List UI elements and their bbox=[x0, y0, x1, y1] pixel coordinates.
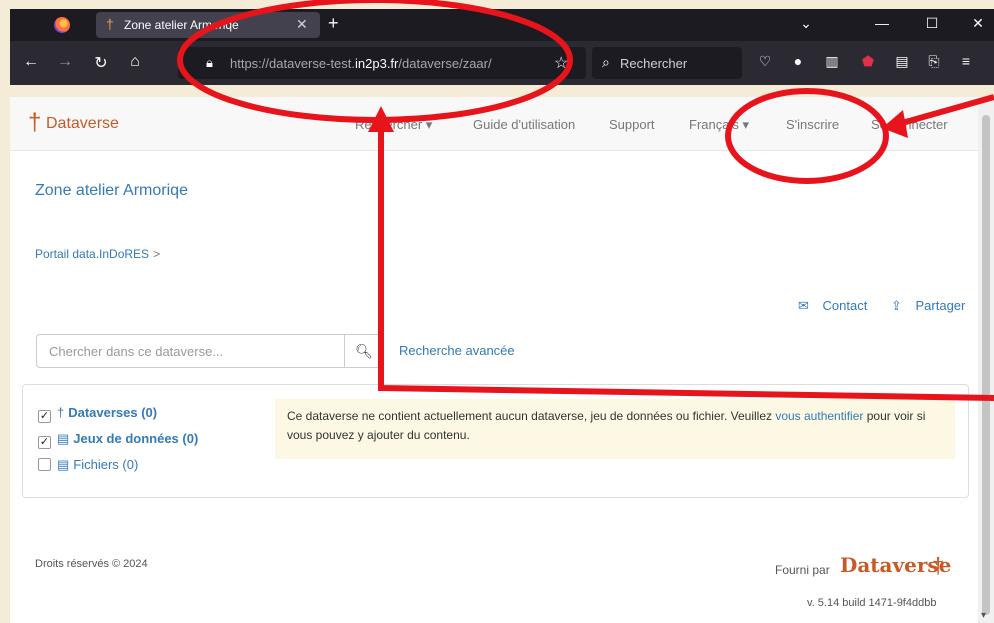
nav-log-in[interactable]: Se connecter bbox=[871, 117, 948, 132]
browser-tab-bar: † Zone atelier Armoriqe ✕ + ⌄ — ☐ ✕ bbox=[10, 9, 994, 41]
magnifier-icon: 🔍︎ bbox=[355, 343, 373, 359]
search-submit-button[interactable]: 🔍︎ bbox=[344, 334, 384, 368]
empty-notice: Ce dataverse ne contient actuellement au… bbox=[275, 399, 955, 459]
brand-link[interactable]: Dataverse bbox=[46, 115, 119, 133]
breadcrumb: Portail data.InDoRES > bbox=[35, 247, 160, 261]
nav-user-guide[interactable]: Guide d'utilisation bbox=[473, 117, 575, 132]
extension-icon[interactable]: ● bbox=[788, 53, 808, 69]
firefox-logo-icon[interactable] bbox=[54, 17, 70, 33]
home-icon[interactable]: ⌂ bbox=[124, 53, 146, 71]
lock-icon[interactable]: 🔒︎ bbox=[206, 55, 213, 71]
facet-checkbox[interactable] bbox=[38, 458, 51, 471]
facet-dataverses[interactable]: ✓ † Dataverses (0) bbox=[38, 405, 157, 423]
breadcrumb-separator: > bbox=[153, 247, 161, 261]
page-title[interactable]: Zone atelier Armoriqe bbox=[35, 182, 188, 200]
tab-list-chevron-icon[interactable]: ⌄ bbox=[796, 15, 816, 32]
ublock-icon[interactable]: ⬟ bbox=[858, 53, 878, 70]
dataverse-search-input[interactable]: Chercher dans ce dataverse... bbox=[36, 334, 356, 368]
site-navbar: † Dataverse Rechercher ▾ Guide d'utilisa… bbox=[10, 97, 978, 151]
reader-icon[interactable]: ▤ bbox=[892, 53, 912, 70]
scroll-down-icon[interactable]: ▾ bbox=[981, 610, 986, 621]
reload-icon[interactable]: ↻ bbox=[90, 53, 112, 73]
browser-search-bar[interactable]: ⌕ Rechercher bbox=[592, 47, 742, 79]
close-window-icon[interactable]: ✕ bbox=[968, 15, 988, 32]
facet-datasets[interactable]: ✓ ▤ Jeux de données (0) bbox=[38, 431, 198, 449]
library-icon[interactable]: ▥ bbox=[822, 53, 842, 70]
footer-version: v. 5.14 build 1471-9f4ddbb bbox=[807, 597, 937, 609]
tab-title: Zone atelier Armoriqe bbox=[124, 18, 239, 32]
contact-button[interactable]: ✉ Contact bbox=[798, 298, 877, 313]
minimize-icon[interactable]: — bbox=[872, 15, 892, 31]
new-tab-icon[interactable]: + bbox=[328, 13, 339, 34]
browser-search-placeholder: Rechercher bbox=[620, 56, 688, 71]
browser-toolbar: ← → ↻ ⌂ 🔒︎ https://dataverse-test.in2p3.… bbox=[10, 41, 994, 85]
search-icon: ⌕ bbox=[602, 54, 610, 70]
dataverse-favicon-icon: † bbox=[106, 16, 114, 32]
share-button[interactable]: ⇪ Partager bbox=[891, 298, 975, 313]
search-input-placeholder: Chercher dans ce dataverse... bbox=[49, 344, 224, 359]
dataverse-project-icon: † bbox=[932, 553, 945, 578]
facet-checkbox[interactable]: ✓ bbox=[38, 410, 51, 423]
advanced-search-link[interactable]: Recherche avancée bbox=[399, 343, 515, 358]
share-icon[interactable]: ⎘ bbox=[924, 53, 944, 70]
browser-tab[interactable]: † Zone atelier Armoriqe ✕ bbox=[96, 12, 320, 38]
share-icon: ⇪ bbox=[890, 298, 902, 313]
url-bar[interactable]: 🔒︎ https://dataverse-test.in2p3.fr/datav… bbox=[178, 47, 586, 79]
menu-icon[interactable]: ≡ bbox=[956, 53, 976, 69]
scroll-thumb[interactable] bbox=[982, 115, 990, 615]
forward-arrow-icon[interactable]: → bbox=[54, 53, 76, 71]
dataverse-actions: ✉ Contact ⇪ Partager bbox=[798, 298, 978, 314]
nav-search-dropdown[interactable]: Rechercher ▾ bbox=[355, 117, 432, 133]
dataset-icon: ▤ bbox=[57, 431, 70, 446]
nav-sign-up[interactable]: S'inscrire bbox=[786, 117, 839, 132]
footer-powered-by: Fourni par bbox=[775, 563, 830, 577]
envelope-icon: ✉ bbox=[798, 298, 809, 313]
facet-files[interactable]: ▤ Fichiers (0) bbox=[38, 457, 138, 473]
login-link[interactable]: vous authentifier bbox=[775, 409, 863, 423]
back-arrow-icon[interactable]: ← bbox=[20, 53, 42, 71]
url-text: https://dataverse-test.in2p3.fr/datavers… bbox=[230, 56, 492, 71]
file-icon: ▤ bbox=[57, 457, 70, 472]
facet-checkbox[interactable]: ✓ bbox=[38, 436, 51, 449]
bookmark-star-icon[interactable]: ☆ bbox=[554, 53, 568, 73]
maximize-icon[interactable]: ☐ bbox=[922, 15, 942, 32]
breadcrumb-link[interactable]: Portail data.InDoRES bbox=[35, 247, 149, 261]
footer-copyright: Droits réservés © 2024 bbox=[35, 558, 148, 570]
close-tab-icon[interactable]: ✕ bbox=[296, 16, 308, 33]
page-scrollbar[interactable]: ▾ bbox=[978, 97, 994, 623]
results-panel: ✓ † Dataverses (0) ✓ ▤ Jeux de données (0) ▤… bbox=[22, 384, 969, 498]
dataverse-icon: † bbox=[57, 405, 65, 420]
nav-language-dropdown[interactable]: Français ▾ bbox=[689, 117, 749, 133]
pocket-icon[interactable]: ♡ bbox=[755, 53, 775, 70]
dataverse-logo-icon[interactable]: † bbox=[28, 109, 41, 137]
nav-support[interactable]: Support bbox=[609, 117, 655, 132]
page-content: † Dataverse Rechercher ▾ Guide d'utilisa… bbox=[10, 97, 978, 623]
